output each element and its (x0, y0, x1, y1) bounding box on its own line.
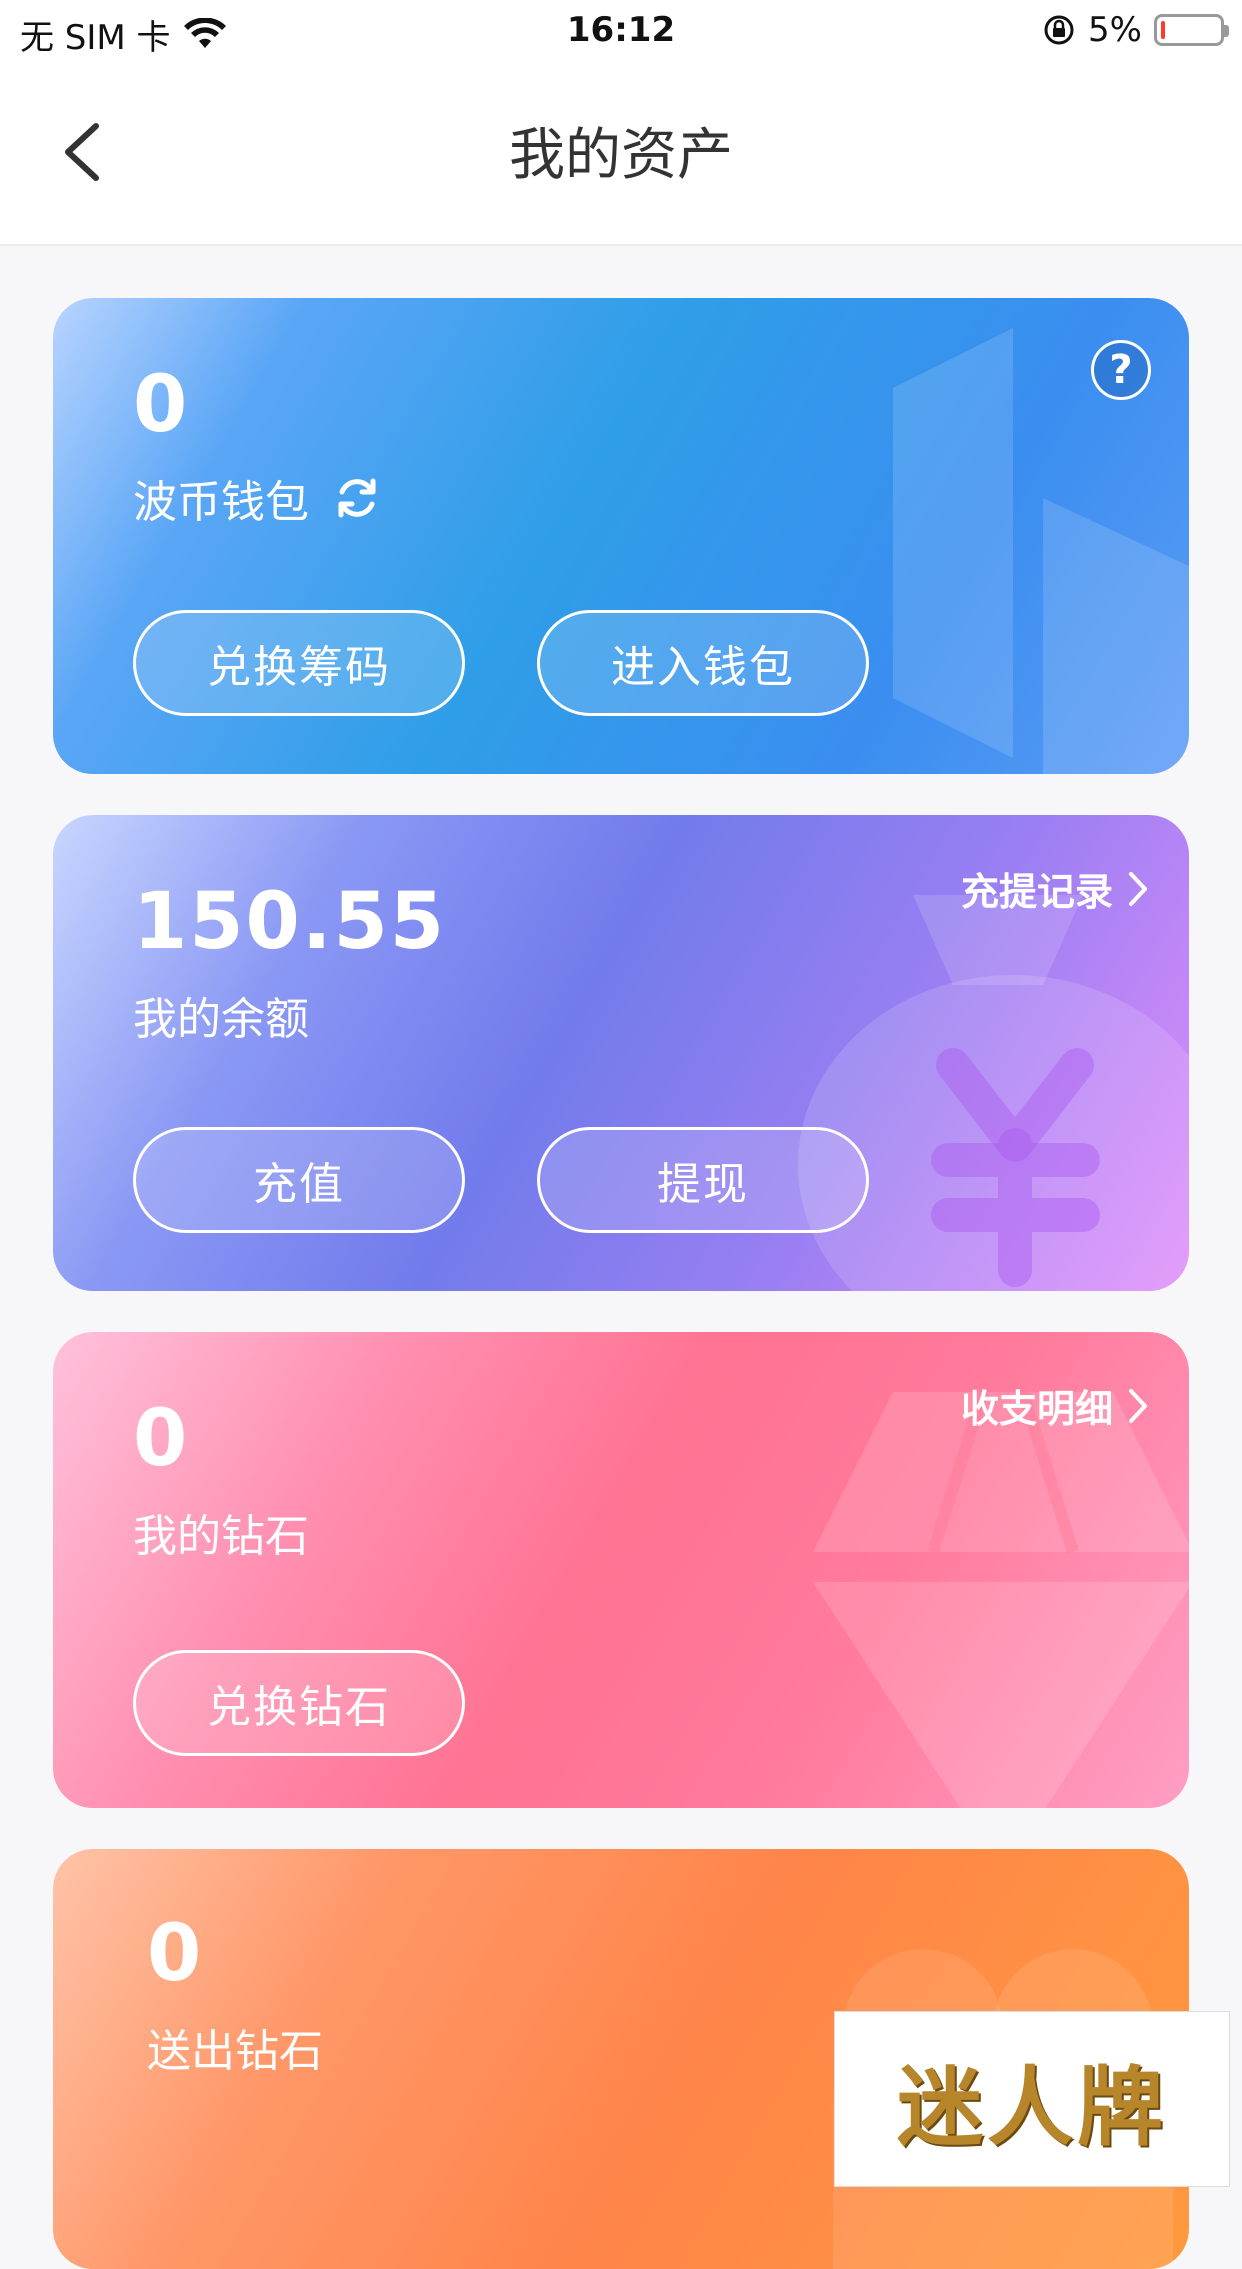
wallet-label: 波币钱包 (133, 477, 309, 528)
status-bar: 无 SIM 卡 16:12 5% (0, 0, 1242, 62)
orientation-lock-icon (1044, 15, 1074, 45)
diamond-label: 我的钻石 (133, 1511, 309, 1562)
status-right: 5% (1042, 10, 1229, 50)
wallet-label-row: 波币钱包 (133, 466, 383, 530)
wallet-card: ? 0 波币钱包 兑换筹码 进入钱包 (53, 298, 1189, 774)
chevron-right-icon (1129, 1388, 1147, 1423)
balance-label: 我的余额 (133, 994, 309, 1045)
exchange-diamond-button[interactable]: 兑换钻石 (133, 1650, 465, 1756)
recharge-record-label: 充提记录 (960, 870, 1113, 914)
balance-amount: 150.55 (133, 877, 446, 967)
refresh-icon[interactable] (331, 472, 383, 524)
exchange-chips-button[interactable]: 兑换筹码 (133, 610, 465, 716)
chevron-right-icon (1129, 871, 1147, 906)
recharge-record-link[interactable]: 充提记录 (961, 861, 1149, 916)
enter-wallet-button[interactable]: 进入钱包 (537, 610, 869, 716)
battery-icon (1154, 14, 1229, 46)
page-title: 我的资产 (509, 123, 733, 188)
brand-watermark: 迷人牌 (834, 2011, 1230, 2187)
recharge-button[interactable]: 充值 (133, 1127, 465, 1233)
withdraw-button[interactable]: 提现 (537, 1127, 869, 1233)
income-expense-label: 收支明细 (960, 1387, 1113, 1431)
wallet-amount: 0 (133, 360, 190, 450)
diamond-decoration-icon (813, 1392, 1189, 1808)
sent-diamond-amount: 0 (147, 1909, 204, 1999)
diamond-card: 收支明细 0 我的钻石 兑换钻石 (53, 1332, 1189, 1808)
help-icon[interactable]: ? (1091, 340, 1151, 400)
nav-bar: 我的资产 (0, 62, 1242, 246)
money-bag-icon (798, 895, 1189, 1291)
income-expense-link[interactable]: 收支明细 (961, 1378, 1149, 1433)
diamond-amount: 0 (133, 1394, 190, 1484)
sent-diamond-label: 送出钻石 (147, 2026, 323, 2077)
battery-percent: 5% (1088, 10, 1142, 50)
balance-card: 充提记录 150.55 我的余额 充值 提现 (53, 815, 1189, 1291)
